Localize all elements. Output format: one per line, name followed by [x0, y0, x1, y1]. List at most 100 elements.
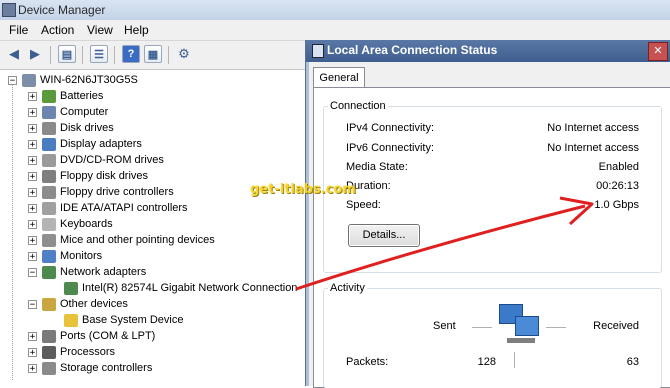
- expand-toggle[interactable]: +: [28, 363, 37, 373]
- tree-node-ports[interactable]: + Ports (COM & LPT): [28, 328, 155, 344]
- expand-toggle[interactable]: +: [28, 139, 37, 149]
- menu-action[interactable]: Action: [41, 23, 74, 37]
- monitor-icon: [42, 249, 56, 263]
- watermark-text: get-itlabs.com: [250, 182, 356, 197]
- node-label: Processors: [60, 346, 116, 358]
- tree-node-other-devices[interactable]: − Other devices: [28, 296, 128, 312]
- collapse-toggle[interactable]: −: [28, 299, 37, 309]
- tree-node-storage-controllers[interactable]: + Storage controllers: [28, 360, 152, 376]
- expand-toggle[interactable]: +: [28, 155, 37, 165]
- dialog-titlebar: Local Area Connection Status ✕: [306, 40, 670, 62]
- expand-toggle[interactable]: +: [28, 235, 37, 245]
- received-line: [546, 327, 566, 328]
- tree-node-mice[interactable]: + Mice and other pointing devices: [28, 232, 215, 248]
- toolbar-separator: [82, 46, 83, 64]
- toolbar-separator: [50, 46, 51, 64]
- menu-view[interactable]: View: [87, 23, 113, 37]
- speed-label: Speed:: [346, 199, 381, 211]
- node-label: Ports (COM & LPT): [60, 330, 156, 342]
- expand-toggle[interactable]: +: [28, 203, 37, 213]
- node-label: Base System Device: [82, 314, 184, 326]
- processor-icon: [42, 345, 56, 359]
- tree-node-disk-drives[interactable]: + Disk drives: [28, 120, 114, 136]
- details-button[interactable]: Details...: [348, 224, 420, 247]
- tree-node-keyboards[interactable]: + Keyboards: [28, 216, 113, 232]
- expand-toggle[interactable]: +: [28, 187, 37, 197]
- tree-root[interactable]: − WIN-62N6JT30G5S: [8, 72, 138, 88]
- back-arrow-icon[interactable]: ◀: [5, 45, 23, 63]
- menu-file[interactable]: File: [9, 23, 28, 37]
- network-card-icon: [64, 281, 78, 295]
- node-label: Keyboards: [60, 218, 113, 230]
- tree-node-floppy-controllers[interactable]: + Floppy drive controllers: [28, 184, 174, 200]
- packets-label: Packets:: [346, 356, 389, 368]
- network-adapter-icon: [42, 265, 56, 279]
- node-label: Disk drives: [60, 122, 114, 134]
- expand-toggle[interactable]: +: [28, 347, 37, 357]
- ide-controller-icon: [42, 201, 56, 215]
- collapse-toggle[interactable]: −: [28, 267, 37, 277]
- tree-node-monitors[interactable]: + Monitors: [28, 248, 102, 264]
- tree-line: [12, 84, 13, 380]
- device-manager-titlebar: Device Manager: [0, 0, 670, 20]
- node-label: Batteries: [60, 90, 104, 102]
- disk-drive-icon: [42, 121, 56, 135]
- packets-sent-value: 128: [477, 356, 496, 368]
- expand-toggle[interactable]: +: [28, 123, 37, 133]
- tree-node-network-adapters[interactable]: − Network adapters: [28, 264, 146, 280]
- activity-heading: Activity: [328, 282, 367, 294]
- expand-toggle[interactable]: +: [28, 171, 37, 181]
- node-label: Storage controllers: [60, 362, 153, 374]
- node-label: Display adapters: [60, 138, 142, 150]
- show-hide-console-tree-icon[interactable]: ▤: [58, 45, 76, 63]
- ipv4-value: No Internet access: [547, 122, 639, 134]
- forward-arrow-icon[interactable]: ▶: [26, 45, 44, 63]
- device-tree: − WIN-62N6JT30G5S + Batteries + Computer…: [0, 70, 305, 386]
- menu-bar: File Action View Help: [0, 20, 670, 41]
- tree-node-intel-nic[interactable]: Intel(R) 82574L Gigabit Network Connecti…: [64, 280, 297, 296]
- packets-received-value: 63: [626, 356, 639, 368]
- expand-toggle[interactable]: +: [28, 107, 37, 117]
- tree-node-base-system-device[interactable]: Base System Device: [64, 312, 183, 328]
- properties-icon[interactable]: ☰: [90, 45, 108, 63]
- floppy-disk-icon: [42, 169, 56, 183]
- help-icon[interactable]: ?: [122, 45, 140, 63]
- tree-node-display-adapters[interactable]: + Display adapters: [28, 136, 142, 152]
- window-title: Device Manager: [18, 3, 106, 17]
- sent-label: Sent: [433, 320, 456, 332]
- dialog-title: Local Area Connection Status: [327, 43, 498, 57]
- tree-node-floppy-disk[interactable]: + Floppy disk drives: [28, 168, 148, 184]
- tree-node-batteries[interactable]: + Batteries: [28, 88, 103, 104]
- node-label: Mice and other pointing devices: [60, 234, 215, 246]
- toolbar-separator: [114, 46, 115, 64]
- device-manager-app-icon: [2, 3, 16, 17]
- expand-toggle[interactable]: +: [28, 331, 37, 341]
- media-state-value: Enabled: [598, 161, 639, 173]
- update-driver-icon[interactable]: ▦: [144, 45, 162, 63]
- ipv4-label: IPv4 Connectivity:: [346, 122, 435, 134]
- tree-node-dvd-drives[interactable]: + DVD/CD-ROM drives: [28, 152, 164, 168]
- scan-hardware-icon[interactable]: ⚙: [175, 45, 193, 63]
- general-panel: Connection IPv4 Connectivity: No Interne…: [313, 87, 670, 388]
- keyboard-icon: [42, 217, 56, 231]
- expand-toggle[interactable]: +: [28, 251, 37, 261]
- node-label: IDE ATA/ATAPI controllers: [60, 202, 188, 214]
- expand-toggle[interactable]: +: [28, 219, 37, 229]
- tree-node-processors[interactable]: + Processors: [28, 344, 115, 360]
- toolbar-separator: [168, 46, 169, 64]
- packets-divider: [514, 352, 515, 368]
- network-connection-icon: [312, 44, 324, 58]
- expand-toggle[interactable]: +: [28, 91, 37, 101]
- tree-node-ide-controllers[interactable]: + IDE ATA/ATAPI controllers: [28, 200, 188, 216]
- close-icon[interactable]: ✕: [648, 42, 668, 61]
- sent-line: [472, 327, 492, 328]
- tree-node-computer[interactable]: + Computer: [28, 104, 108, 120]
- floppy-controller-icon: [42, 185, 56, 199]
- ipv6-value: No Internet access: [547, 142, 639, 154]
- connection-status-dialog: Local Area Connection Status ✕ General C…: [305, 40, 670, 388]
- connection-heading: Connection: [328, 100, 388, 112]
- tab-general[interactable]: General: [313, 67, 365, 88]
- menu-help[interactable]: Help: [124, 23, 149, 37]
- collapse-toggle[interactable]: −: [8, 75, 17, 85]
- duration-value: 00:26:13: [596, 180, 639, 192]
